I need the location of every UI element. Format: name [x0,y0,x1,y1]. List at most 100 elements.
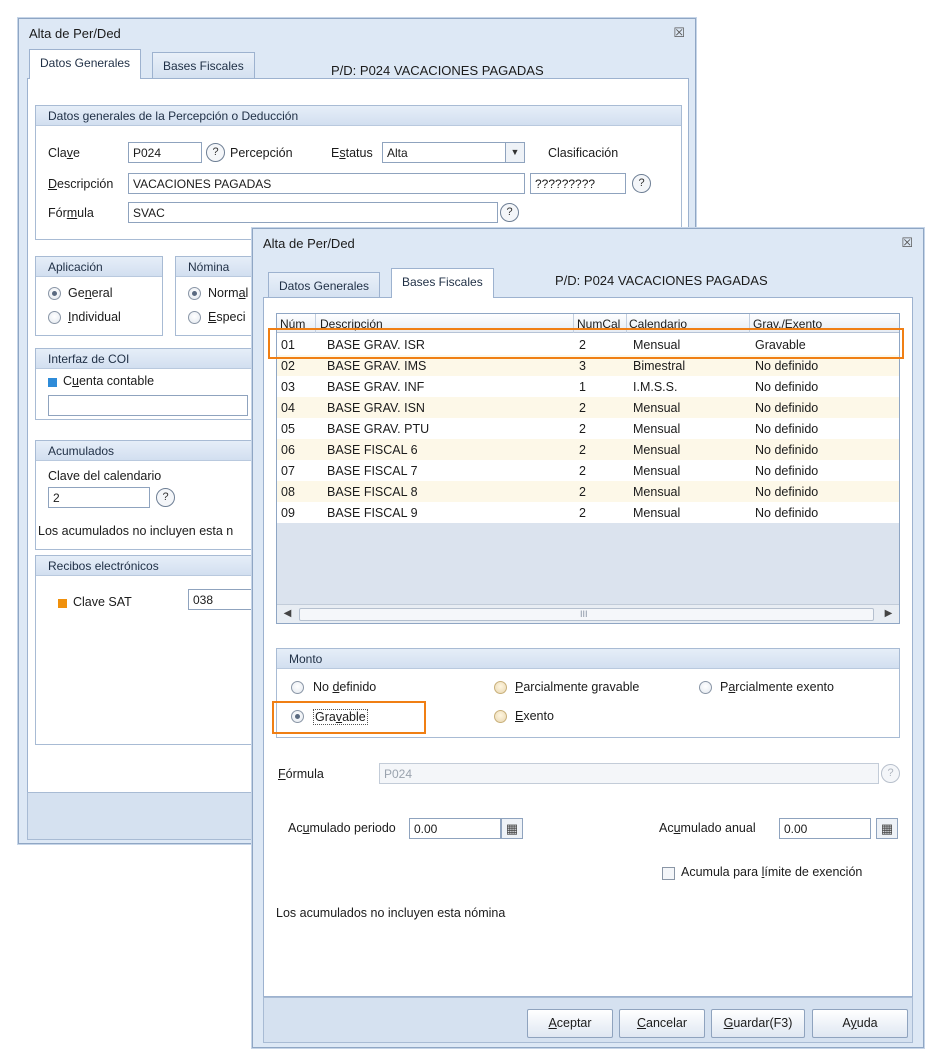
front-close-icon[interactable]: ☒ [901,235,913,251]
coi-group: Interfaz de COI Cuenta contable [35,348,275,420]
cell-numcal: 2 [579,338,586,352]
back-tab-bases-fiscales[interactable]: Bases Fiscales [152,52,255,79]
cell-num: 07 [281,464,295,478]
table-row[interactable]: 06 BASE FISCAL 6 2 Mensual No definido [277,439,899,460]
front-tab-datos-generales[interactable]: Datos Generales [268,272,381,299]
guardar-button[interactable]: Guardar(F3) [711,1009,805,1038]
clave-sat-label: Clave SAT [73,595,132,609]
cell-desc: BASE GRAV. ISN [327,401,425,415]
cell-num: 02 [281,359,295,373]
clave-input[interactable]: P024 [128,142,202,163]
acum-anual-label: Acumulado anual [659,821,756,835]
cell-num: 05 [281,422,295,436]
clasificacion-help-icon[interactable]: ? [632,174,651,193]
acumula-limite-checkbox[interactable] [662,867,675,880]
general-group-title: Datos generales de la Percepción o Deduc… [36,106,681,126]
col-grav-exento-header[interactable]: Grav./Exento [753,317,822,331]
clave-help-icon[interactable]: ? [206,143,225,162]
cuenta-contable-input[interactable] [48,395,248,416]
col-descripcion-header[interactable]: Descripción [320,317,383,331]
radio-gravable[interactable] [291,710,304,723]
table-row[interactable]: 01 BASE GRAV. ISR 2 Mensual Gravable [277,334,899,355]
front-tab-bases-fiscales[interactable]: Bases Fiscales [391,268,494,298]
scroll-thumb[interactable]: III [299,608,874,621]
radio-exento[interactable] [494,710,507,723]
radio-no-definido[interactable] [291,681,304,694]
acum-periodo-calculator-icon[interactable]: ▦ [501,818,523,839]
aceptar-button[interactable]: Aceptar [527,1009,613,1038]
estatus-select[interactable]: Alta [382,142,506,163]
radio-normal-label: Normal [208,286,249,300]
clave-label: Clave [48,146,80,160]
bases-grid: Núm Descripción NumCal Calendario Grav./… [276,313,900,624]
scroll-right-icon[interactable]: ▶ [880,606,897,622]
acumulados-group: Acumulados Clave del calendario 2 ? Los … [35,440,275,550]
acum-anual-calculator-icon[interactable]: ▦ [876,818,898,839]
clave-calendario-help-icon[interactable]: ? [156,488,175,507]
cell-num: 01 [281,338,295,352]
recibos-group-title: Recibos electrónicos [36,556,274,576]
clave-calendario-label: Clave del calendario [48,469,162,483]
estatus-chevron-down-icon[interactable]: ▼ [505,142,525,163]
col-num-header[interactable]: Núm [280,317,305,331]
cell-num: 03 [281,380,295,394]
radio-especial[interactable] [188,311,201,324]
table-row[interactable]: 05 BASE GRAV. PTU 2 Mensual No definido [277,418,899,439]
grid-header: Núm Descripción NumCal Calendario Grav./… [277,314,899,333]
cell-grav: No definido [755,422,819,436]
grid-horizontal-scrollbar[interactable]: ◀ III ▶ [277,604,899,623]
cuenta-contable-indicator [48,378,57,387]
cancelar-button[interactable]: Cancelar [619,1009,705,1038]
cell-numcal: 3 [579,359,586,373]
col-calendario-header[interactable]: Calendario [629,317,687,331]
col-numcal-header[interactable]: NumCal [577,317,620,331]
radio-general[interactable] [48,287,61,300]
formula-input[interactable]: SVAC [128,202,498,223]
cell-grav: No definido [755,380,819,394]
back-close-icon[interactable]: ☒ [673,25,685,41]
cell-desc: BASE GRAV. ISR [327,338,425,352]
cell-grav: No definido [755,485,819,499]
table-row[interactable]: 02 BASE GRAV. IMS 3 Bimestral No definido [277,355,899,376]
grid-empty-area [277,523,899,604]
cell-num: 09 [281,506,295,520]
back-tab-datos-generales[interactable]: Datos Generales [29,49,142,79]
cell-num: 08 [281,485,295,499]
radio-parcialmente-gravable[interactable] [494,681,507,694]
radio-general-label: General [68,286,113,300]
clasificacion-label: Clasificación [548,146,619,160]
cell-desc: BASE GRAV. PTU [327,422,430,436]
table-row[interactable]: 08 BASE FISCAL 8 2 Mensual No definido [277,481,899,502]
cell-desc: BASE FISCAL 9 [327,506,418,520]
cell-numcal: 2 [579,443,586,457]
monto-group-title: Monto [277,649,899,669]
table-row[interactable]: 09 BASE FISCAL 9 2 Mensual No definido [277,502,899,523]
radio-normal[interactable] [188,287,201,300]
formula-help-icon[interactable]: ? [500,203,519,222]
descripcion-label: Descripción [48,177,114,191]
aplicacion-group: Aplicación General Individual [35,256,163,336]
ayuda-button[interactable]: Ayuda [812,1009,908,1038]
radio-parcialmente-exento[interactable] [699,681,712,694]
table-row[interactable]: 04 BASE GRAV. ISN 2 Mensual No definido [277,397,899,418]
radio-especial-label: Especi [208,310,246,324]
clave-calendario-input[interactable]: 2 [48,487,150,508]
cell-cal: Bimestral [633,359,686,373]
acum-anual-input[interactable]: 0.00 [779,818,871,839]
acumula-limite-label: Acumula para límite de exención [681,865,863,879]
table-row[interactable]: 07 BASE FISCAL 7 2 Mensual No definido [277,460,899,481]
table-row[interactable]: 03 BASE GRAV. INF 1 I.M.S.S. No definido [277,376,899,397]
clasificacion-input[interactable]: ????????? [530,173,626,194]
radio-individual[interactable] [48,311,61,324]
acumulados-group-title: Acumulados [36,441,274,461]
front-formula-input: P024 [379,763,879,784]
descripcion-input[interactable]: VACACIONES PAGADAS [128,173,525,194]
cell-cal: Mensual [633,401,681,415]
cell-numcal: 2 [579,506,586,520]
acum-periodo-input[interactable]: 0.00 [409,818,501,839]
cell-grav: No definido [755,401,819,415]
radio-individual-label: Individual [68,310,121,324]
cell-desc: BASE GRAV. IMS [327,359,427,373]
scroll-left-icon[interactable]: ◀ [279,606,296,622]
cell-num: 06 [281,443,295,457]
